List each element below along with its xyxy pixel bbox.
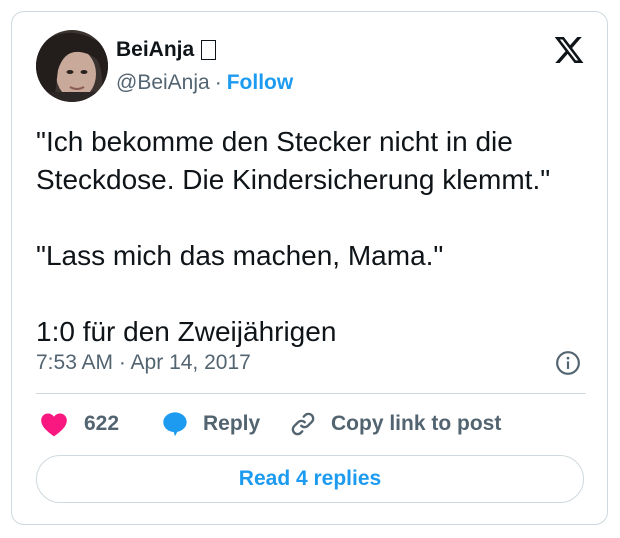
tweet-line: "Lass mich das machen, Mama." — [36, 240, 444, 271]
read-replies-label: Read 4 replies — [238, 467, 382, 490]
read-replies-button[interactable]: Read 4 replies — [36, 455, 584, 503]
heart-icon — [41, 413, 67, 437]
tweet-timestamp[interactable]: 7:53 AM · Apr 14, 2017 — [36, 351, 251, 375]
tweet-line: "Ich bekomme den Stecker nicht in die — [36, 126, 513, 157]
x-logo-icon[interactable] — [553, 34, 585, 66]
like-button[interactable]: 622 — [40, 410, 119, 438]
speech-bubble-icon — [163, 412, 187, 437]
reply-label: Reply — [203, 412, 261, 435]
author-handle[interactable]: @BeiAnja — [116, 71, 210, 95]
copy-link-button[interactable]: Copy link to post — [289, 410, 501, 438]
unknown-glyph-icon — [201, 40, 217, 60]
avatar[interactable] — [36, 30, 108, 102]
author-handle-row: @BeiAnja · Follow — [116, 71, 293, 95]
embedded-tweet-card: BeiAnja @BeiAnja · Follow "Ich bekomme d… — [11, 11, 608, 525]
follow-link[interactable]: Follow — [227, 71, 294, 95]
author-display-name[interactable]: BeiAnja — [116, 38, 194, 62]
separator-dot: · — [214, 71, 222, 94]
avatar-image — [36, 30, 108, 102]
tweet-line: 1:0 für den Zweijährigen — [36, 316, 337, 347]
info-icon[interactable] — [555, 350, 581, 376]
author-name-row: BeiAnja — [116, 38, 217, 62]
reply-button[interactable]: Reply — [161, 410, 260, 438]
divider — [36, 393, 586, 394]
tweet-text: "Ich bekomme den Stecker nicht in die St… — [36, 123, 596, 351]
link-icon — [291, 412, 315, 436]
copy-link-label: Copy link to post — [331, 412, 502, 435]
like-count: 622 — [84, 412, 120, 435]
tweet-line: Steckdose. Die Kindersicherung klemmt." — [36, 164, 551, 195]
